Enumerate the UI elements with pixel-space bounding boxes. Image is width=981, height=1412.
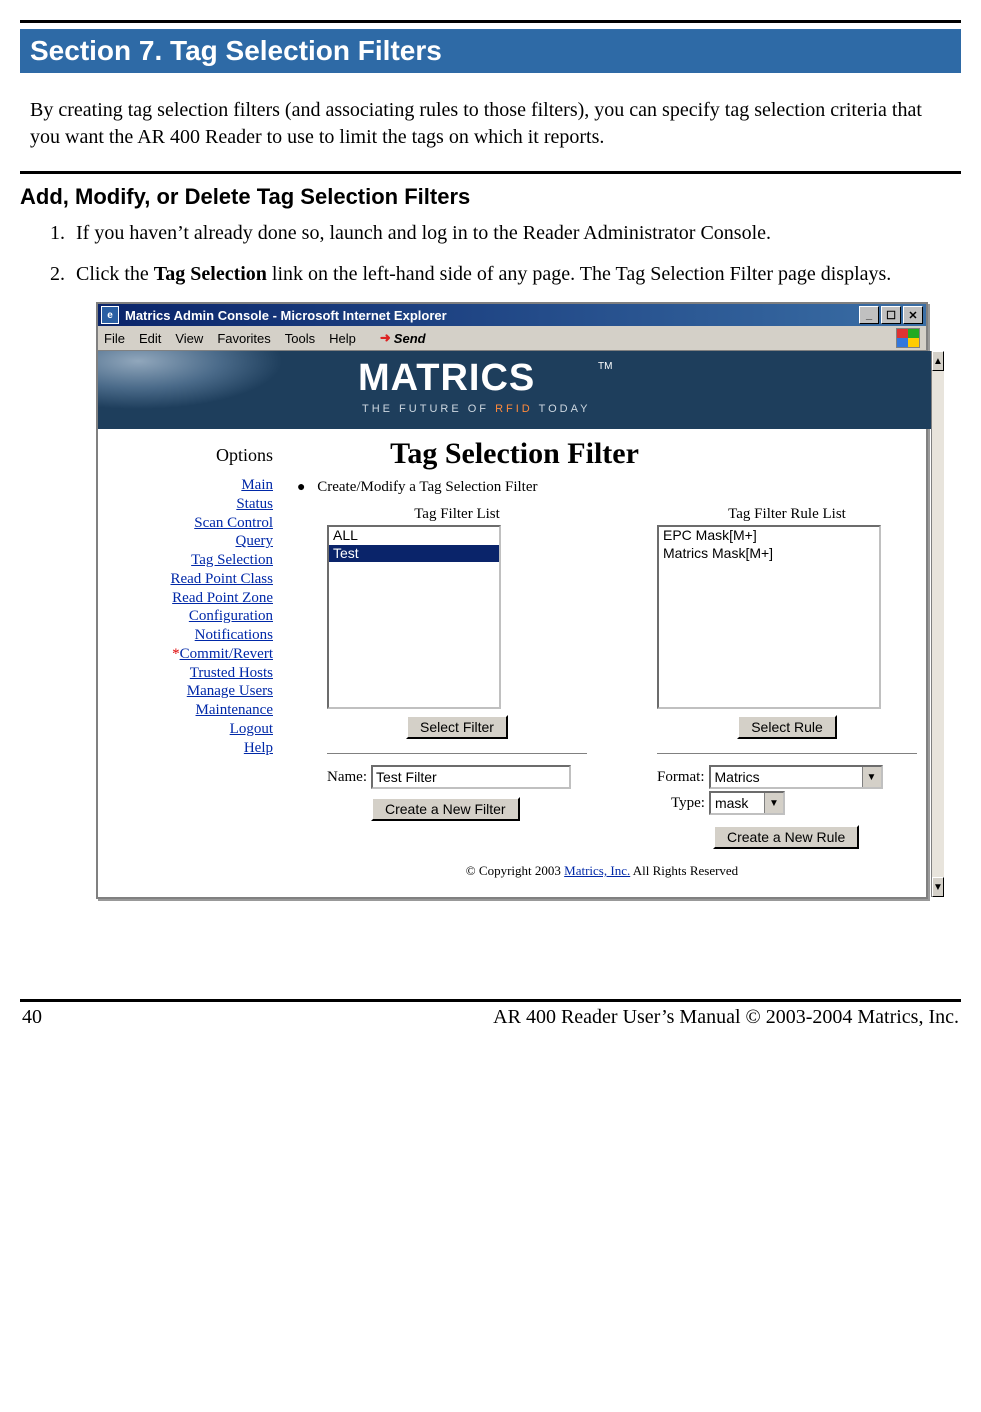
send-button[interactable]: ➜Send (380, 330, 426, 346)
tagline-post: TODAY (533, 403, 591, 415)
format-select[interactable]: Matrics ▼ (709, 765, 883, 789)
nav-maintenance[interactable]: Maintenance (98, 701, 273, 720)
maximize-button[interactable]: ☐ (881, 306, 901, 324)
filter-listbox[interactable]: ALL Test (327, 525, 501, 709)
menu-view[interactable]: View (175, 331, 203, 346)
create-rule-button[interactable]: Create a New Rule (713, 825, 859, 849)
minimize-button[interactable]: _ (859, 306, 879, 324)
footer-right: AR 400 Reader User’s Manual © 2003-2004 … (493, 1006, 959, 1029)
sidebar: Options Main Status Scan Control Query T… (98, 471, 281, 757)
create-filter-button[interactable]: Create a New Filter (371, 797, 520, 821)
copyright-line: © Copyright 2003 Matrics, Inc. All Right… (287, 863, 917, 879)
rule-column: Tag Filter Rule List EPC Mask[M+] Matric… (657, 506, 917, 849)
step-2-post: link on the left-hand side of any page. … (267, 263, 891, 285)
banner-tagline: THE FUTURE OF RFID TODAY (362, 403, 590, 415)
select-rule-button[interactable]: Select Rule (737, 715, 837, 739)
nav-commit-revert-label: Commit/Revert (180, 646, 273, 662)
name-label: Name: (327, 769, 367, 786)
nav-tag-selection[interactable]: Tag Selection (98, 551, 273, 570)
page-number: 40 (22, 1006, 42, 1029)
filter-list-label: Tag Filter List (327, 506, 587, 523)
step-2: Click the Tag Selection link on the left… (70, 261, 951, 288)
menu-edit[interactable]: Edit (139, 331, 161, 346)
nav-query[interactable]: Query (98, 532, 273, 551)
scroll-track[interactable] (932, 371, 944, 877)
send-label: Send (394, 331, 426, 346)
step-1: If you haven’t already done so, launch a… (70, 220, 951, 247)
section-heading: Section 7. Tag Selection Filters (20, 29, 961, 73)
step-2-bold: Tag Selection (154, 263, 267, 285)
nav-configuration[interactable]: Configuration (98, 607, 273, 626)
filter-name-input[interactable] (371, 765, 571, 789)
type-value: mask (711, 793, 764, 813)
nav-status[interactable]: Status (98, 495, 273, 514)
rule-divider (657, 753, 917, 755)
format-label: Format: (657, 769, 705, 786)
scroll-down-button[interactable]: ▼ (932, 877, 944, 897)
tagline-highlight: RFID (495, 403, 533, 415)
filter-item-test[interactable]: Test (329, 545, 499, 563)
copyright-pre: © Copyright 2003 (466, 863, 564, 878)
sidebar-heading: Options (98, 445, 273, 466)
windows-logo-icon (896, 328, 920, 348)
menu-help[interactable]: Help (329, 331, 356, 346)
format-value: Matrics (711, 767, 862, 787)
close-button[interactable]: ✕ (903, 306, 923, 324)
vertical-scrollbar[interactable]: ▲ ▼ (931, 351, 944, 897)
nav-logout[interactable]: Logout (98, 720, 273, 739)
nav-read-point-class[interactable]: Read Point Class (98, 570, 273, 589)
send-arrow-icon: ➜ (380, 330, 391, 346)
asterisk-icon: * (172, 645, 180, 664)
mid-rule (20, 171, 961, 174)
filter-column: Tag Filter List ALL Test Select Filter N… (327, 506, 587, 849)
rule-list-label: Tag Filter Rule List (657, 506, 917, 523)
step-2-pre: Click the (76, 263, 154, 285)
menu-file[interactable]: File (104, 331, 125, 346)
subsection-heading: Add, Modify, or Delete Tag Selection Fil… (20, 184, 961, 210)
nav-notifications[interactable]: Notifications (98, 626, 273, 645)
type-label: Type: (671, 795, 705, 812)
scroll-up-button[interactable]: ▲ (932, 351, 944, 371)
nav-main[interactable]: Main (98, 476, 273, 495)
type-select[interactable]: mask ▼ (709, 791, 785, 815)
banner-swoosh (98, 351, 333, 429)
nav-scan-control[interactable]: Scan Control (98, 514, 273, 533)
menu-favorites[interactable]: Favorites (217, 331, 270, 346)
filter-divider (327, 753, 587, 755)
nav-trusted-hosts[interactable]: Trusted Hosts (98, 664, 273, 683)
rule-item-matrics[interactable]: Matrics Mask[M+] (659, 545, 879, 563)
menu-tools[interactable]: Tools (285, 331, 315, 346)
bullet-icon: ● (297, 480, 305, 495)
select-filter-button[interactable]: Select Filter (406, 715, 508, 739)
nav-read-point-zone[interactable]: Read Point Zone (98, 589, 273, 608)
filter-item-all[interactable]: ALL (329, 527, 499, 545)
ie-icon: e (101, 306, 119, 324)
screenshot-window: e Matrics Admin Console - Microsoft Inte… (96, 302, 928, 899)
bullet-text: Create/Modify a Tag Selection Filter (317, 479, 537, 495)
rule-item-epc[interactable]: EPC Mask[M+] (659, 527, 879, 545)
top-rule (20, 20, 961, 23)
trademark-label: TM (598, 361, 612, 372)
nav-help[interactable]: Help (98, 739, 273, 758)
chevron-down-icon: ▼ (764, 793, 783, 813)
window-title: Matrics Admin Console - Microsoft Intern… (125, 308, 447, 323)
section-bullet: ● Create/Modify a Tag Selection Filter (297, 479, 917, 496)
copyright-post: All Rights Reserved (630, 863, 738, 878)
copyright-link[interactable]: Matrics, Inc. (564, 863, 630, 878)
matrics-banner: MATRICS TM THE FUTURE OF RFID TODAY (98, 351, 931, 429)
page-footer: 40 AR 400 Reader User’s Manual © 2003-20… (20, 1002, 961, 1029)
tagline-pre: THE FUTURE OF (362, 403, 495, 415)
intro-paragraph: By creating tag selection filters (and a… (30, 97, 951, 151)
nav-commit-revert[interactable]: *Commit/Revert (98, 645, 273, 664)
steps-list: If you haven’t already done so, launch a… (50, 220, 951, 288)
brand-logo: MATRICS (358, 357, 535, 400)
chevron-down-icon: ▼ (862, 767, 881, 787)
nav-manage-users[interactable]: Manage Users (98, 682, 273, 701)
rule-listbox[interactable]: EPC Mask[M+] Matrics Mask[M+] (657, 525, 881, 709)
window-titlebar: e Matrics Admin Console - Microsoft Inte… (98, 304, 926, 326)
browser-menubar: File Edit View Favorites Tools Help ➜Sen… (98, 326, 926, 351)
